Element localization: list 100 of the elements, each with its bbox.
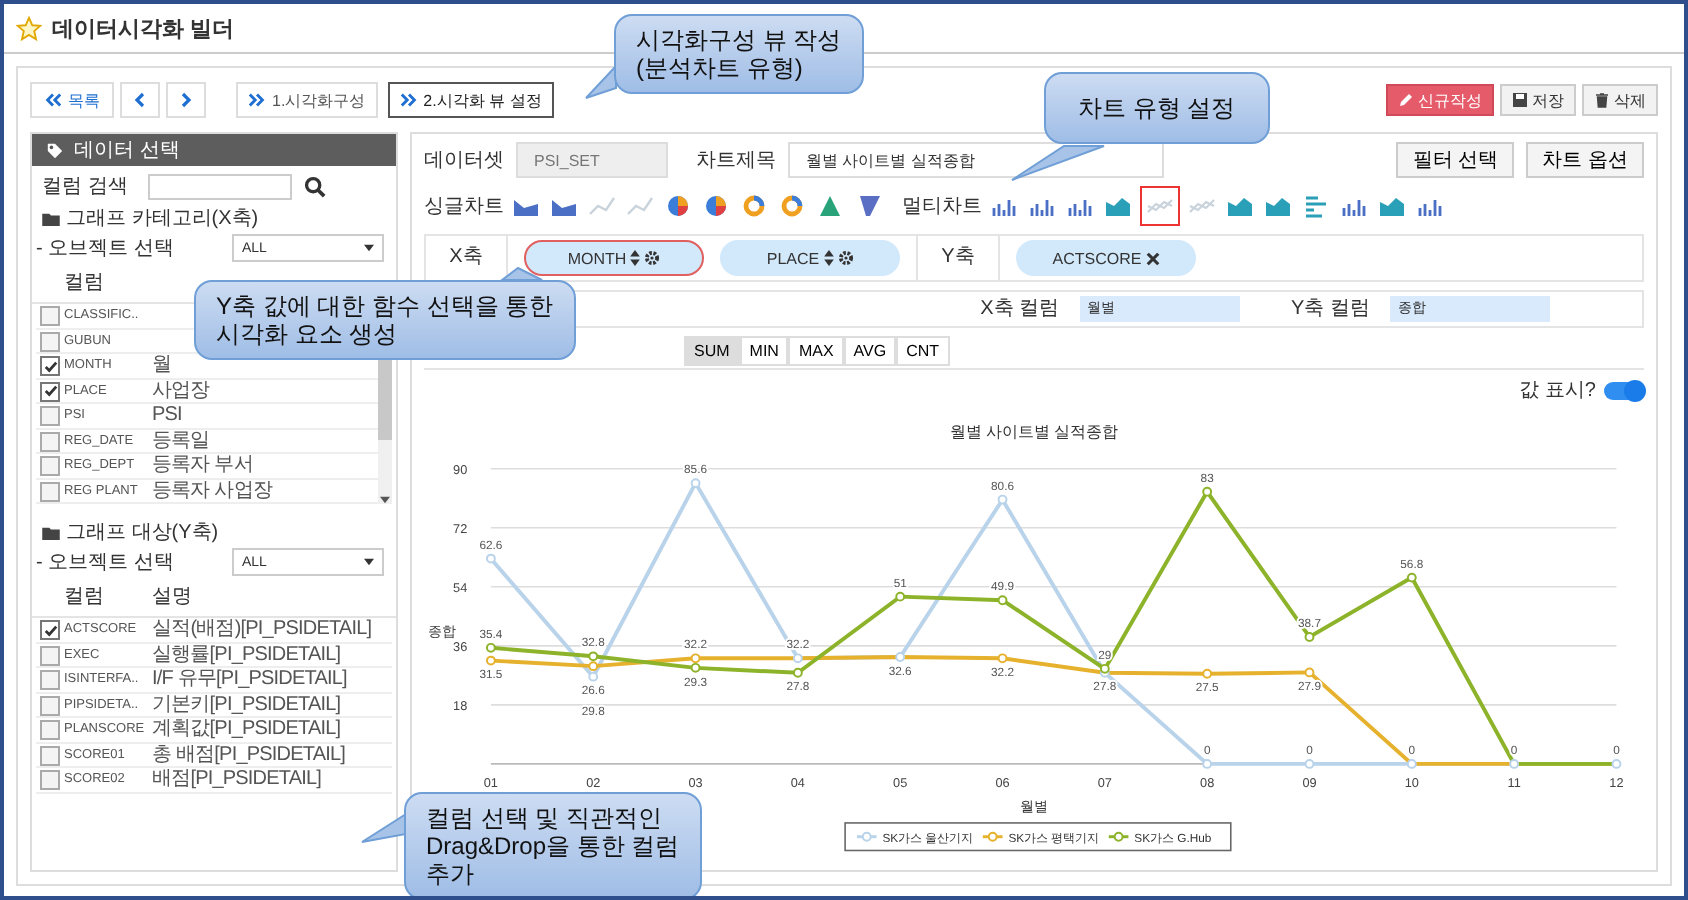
data-point [1611, 759, 1622, 769]
data-point [1406, 572, 1417, 583]
data-point [1202, 668, 1213, 679]
bar-chart-icon [1302, 194, 1330, 218]
chart-type-button[interactable] [1300, 190, 1332, 222]
area-chart-icon [1378, 194, 1406, 218]
column-chip[interactable]: PLACE [720, 240, 900, 276]
function-button[interactable]: MIN [739, 336, 789, 367]
callout-tooltip: Y축 값에 대한 함수 선택을 통한 시각화 요소 생성 [194, 280, 576, 360]
checkbox[interactable] [40, 431, 60, 451]
column-chip[interactable]: ACTSCORE [1016, 240, 1196, 276]
data-point [1304, 667, 1315, 678]
line-chart-icon [588, 194, 616, 218]
save-button[interactable]: 저장 [1500, 84, 1576, 116]
checkbox[interactable] [40, 770, 60, 790]
data-point [792, 653, 803, 664]
step-tab[interactable]: 2.시각화 뷰 설정 [387, 82, 554, 118]
function-button[interactable]: MAX [788, 336, 844, 367]
dataset-field: PSI_SET [516, 142, 668, 178]
chevron-right-icon [178, 92, 194, 108]
checkbox[interactable] [40, 356, 60, 376]
pencil-icon [1398, 92, 1414, 108]
caret-icon [380, 496, 390, 504]
next-button[interactable] [166, 82, 206, 118]
step-tab[interactable]: 1.시각화구성 [236, 82, 378, 118]
gear-icon[interactable] [837, 250, 854, 266]
chart-type-button[interactable] [1140, 186, 1180, 226]
line-chart-icon [1146, 194, 1174, 218]
checkbox[interactable] [40, 720, 60, 740]
checkbox[interactable] [40, 645, 60, 665]
chart-title-label: 차트제목 [696, 148, 776, 174]
save-icon [1512, 92, 1528, 108]
function-button[interactable]: CNT [896, 336, 950, 367]
y-axis-label: Y축 [916, 236, 1000, 280]
area-chart-icon [1226, 194, 1254, 218]
data-point [997, 653, 1008, 664]
check-icon [43, 623, 57, 637]
checkbox[interactable] [40, 306, 60, 326]
sort-icon[interactable] [823, 250, 834, 266]
checkbox[interactable] [40, 745, 60, 765]
delete-button[interactable]: 삭제 [1582, 84, 1658, 116]
donut-chart-icon [778, 194, 806, 218]
pie-chart-icon [664, 194, 692, 218]
search-field[interactable] [147, 173, 292, 199]
gear-icon[interactable] [644, 250, 661, 266]
tag-icon [46, 141, 64, 159]
column-chip[interactable]: MONTH [524, 240, 704, 276]
chevron-left-icon [132, 92, 148, 108]
folder-icon [42, 526, 60, 540]
dataset-label: 데이터셋 [424, 148, 504, 174]
chart-type-button[interactable] [738, 190, 770, 222]
trash-icon [1594, 92, 1610, 108]
data-point [895, 652, 906, 662]
section-title: 그래프 카테고리(X축) [66, 206, 259, 232]
object-label: - 오브젝트 선택 [36, 549, 174, 575]
function-button[interactable]: AVG [843, 336, 897, 367]
data-point [486, 553, 496, 564]
y-column-label: Y축 컬럼 [1291, 296, 1370, 323]
column-chart-icon [1416, 194, 1444, 218]
area-chart-icon [512, 194, 540, 218]
data-point [997, 595, 1008, 606]
column-description: I/F 유무[PI_PSIDETAIL] [152, 668, 347, 690]
column-description: 등록일 [152, 429, 210, 451]
data-point [690, 478, 701, 489]
column-chart-icon [1066, 194, 1094, 218]
checkbox[interactable] [40, 456, 60, 476]
callout-tooltip: 컬럼 선택 및 직관적인 Drag&Drop을 통한 컬럼 추가 [404, 792, 702, 896]
toggle-switch[interactable] [1604, 381, 1644, 399]
chart-type-button[interactable] [662, 190, 694, 222]
show-values-label: 값 표시? [1519, 378, 1596, 404]
close-icon[interactable] [1145, 251, 1160, 265]
option-button[interactable]: 차트 옵션 [1526, 142, 1644, 178]
function-button[interactable]: SUM [684, 336, 740, 367]
chart-type-button[interactable] [776, 190, 808, 222]
line-chart-icon [626, 194, 654, 218]
line-chart-icon [1188, 194, 1216, 218]
legend-marker-icon [856, 831, 877, 842]
checkbox[interactable] [40, 670, 60, 690]
column-description: 총 배점[PI_PSIDETAIL] [152, 743, 346, 765]
list-button[interactable]: 목록 [30, 82, 114, 118]
column-description: 배점[PI_PSIDETAIL] [152, 768, 322, 790]
option-button[interactable]: 필터 선택 [1396, 142, 1515, 178]
checkbox[interactable] [40, 620, 60, 640]
donut-chart-icon [740, 194, 768, 218]
chart-type-button[interactable] [700, 190, 732, 222]
double-chevron-icon [399, 92, 418, 108]
checkbox[interactable] [40, 406, 60, 426]
sort-icon[interactable] [630, 250, 641, 266]
previous-button[interactable] [120, 82, 160, 118]
checkbox[interactable] [40, 331, 60, 351]
multi-chart-label: 멀티차트 [902, 194, 982, 220]
checkbox[interactable] [40, 381, 60, 401]
pyramid-chart-icon [816, 194, 844, 218]
checkbox[interactable] [40, 695, 60, 715]
area-chart-icon [1104, 194, 1132, 218]
checkbox[interactable] [40, 481, 60, 501]
column-chart-icon [1028, 194, 1056, 218]
data-point [792, 667, 803, 678]
section-title: 그래프 대상(Y축) [66, 520, 219, 546]
search-icon[interactable] [303, 175, 326, 197]
